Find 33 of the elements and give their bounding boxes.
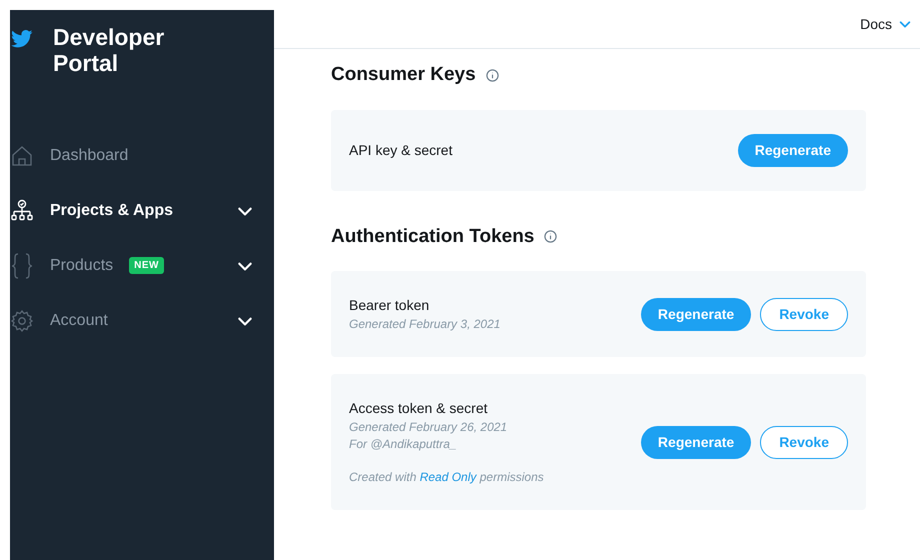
card-title: Bearer token [349, 296, 430, 315]
braces-icon [10, 252, 34, 280]
section-heading: Authentication Tokens [331, 224, 534, 248]
new-badge: NEW [129, 257, 164, 274]
permission-link[interactable]: Read Only [420, 470, 476, 484]
card-title: Access token & secret [349, 399, 489, 418]
card-detail: Generated February 3, 2021 [349, 316, 500, 333]
gear-icon [10, 308, 34, 332]
nav-item[interactable]: Products NEW [10, 238, 274, 293]
bird-icon [11, 30, 33, 48]
regenerate-button[interactable]: Regenerate [640, 298, 752, 330]
section-heading: Consumer Keys [331, 63, 476, 87]
info-icon [486, 68, 499, 82]
nav-item[interactable]: Account [10, 293, 274, 348]
docs-menu[interactable]: Docs [860, 14, 912, 34]
nav-item[interactable]: Projects & Apps [10, 183, 274, 238]
regenerate-button[interactable]: Regenerate [640, 426, 752, 458]
revoke-button[interactable]: Revoke [760, 298, 848, 330]
card-detail: Generated February 26, 2021 [349, 419, 508, 436]
permissions-note: Created with Read Only permissions [349, 469, 544, 486]
hierarchy-icon [10, 198, 34, 222]
card-detail: For @Andikaputtra_ [349, 436, 458, 453]
nav-label: Account [50, 310, 108, 330]
house-icon [10, 144, 34, 168]
nav-label: Products [50, 256, 114, 276]
revoke-button[interactable]: Revoke [760, 426, 848, 458]
nav-label: Projects & Apps [50, 200, 173, 220]
info-icon [544, 230, 558, 244]
nav-label: Dashboard [50, 146, 128, 166]
card-title: API key & secret [349, 140, 452, 160]
regenerate-button[interactable]: Regenerate [738, 134, 848, 166]
portal-title: Developer Portal [53, 24, 166, 76]
nav-item[interactable]: Dashboard [10, 128, 274, 183]
